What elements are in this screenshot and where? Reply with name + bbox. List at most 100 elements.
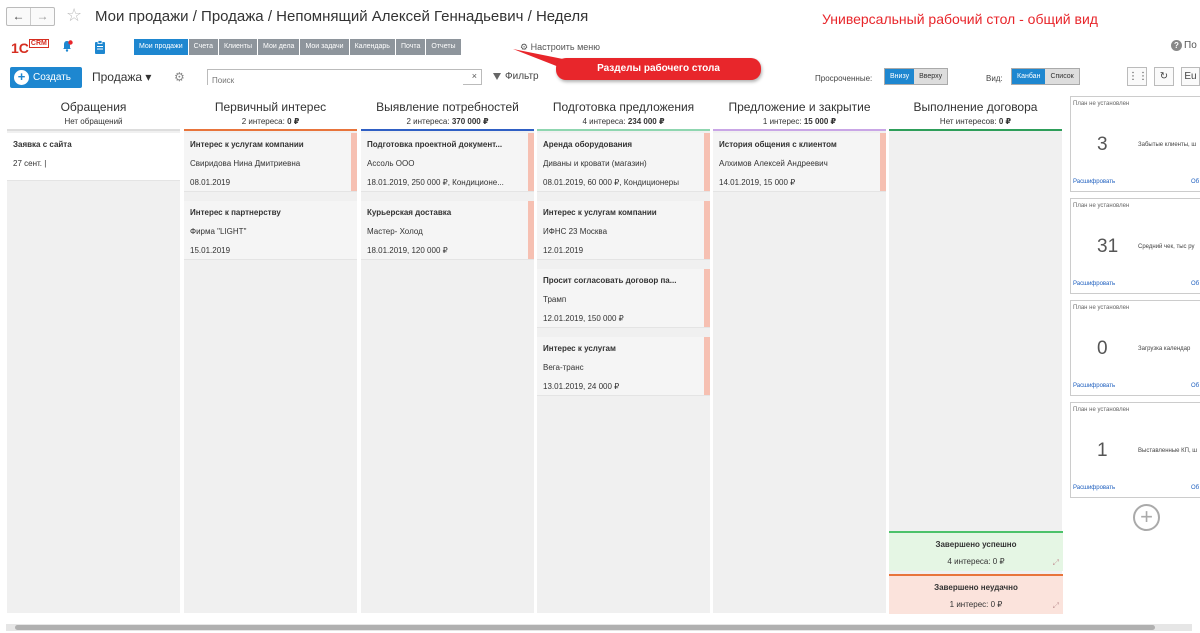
app-logo[interactable]: 1С CRM [11,39,49,56]
decode-link[interactable]: Расшифровать [1073,281,1115,287]
kpi-widget[interactable]: План не установлен 1 Выставленные КП, ш Рас… [1070,402,1200,498]
kpi-widget[interactable]: План не установлен 31 Средний чек, тыс ру Р… [1070,198,1200,294]
help-link[interactable]: ? По [1171,40,1197,51]
done-fail-count: 1 интерес: 0 ₽ [949,600,1003,609]
done-success-drop-zone[interactable]: Завершено успешно 4 интереса: 0 ₽ ⤢ [889,531,1063,571]
deal-card[interactable]: Аренда оборудования Диваны и кровати (маг… [537,133,710,192]
column-header: Выполнение договора Нет интересов: 0 ₽ [889,95,1062,131]
column-amount: 370 000 ₽ [451,117,489,126]
deal-card[interactable]: Заявка с сайта 27 сент. | [7,133,180,181]
deal-card[interactable]: Просит согласовать договор па... Трамп 12.… [537,269,710,328]
kpi-widget[interactable]: План не установлен 0 Загрузка календар Расш… [1070,300,1200,396]
section-tab[interactable]: Мои задачи [300,39,349,55]
create-label: Создать [33,72,72,83]
back-button[interactable]: ← [7,8,30,25]
decode-link[interactable]: Расшифровать [1073,383,1115,389]
widget-plan-status: План не установлен [1073,305,1130,311]
column-summary: Нет обращений [7,117,180,126]
scrollbar-thumb[interactable] [15,625,1155,630]
filter-label: Фильтр [505,71,539,82]
deal-card[interactable]: Интерес к услугам Вега-транс 13.01.2019, 2… [537,337,710,396]
column-body: История общения с клиентом Алхимов Алексе… [713,131,886,613]
extra-button[interactable]: Eu [1181,67,1200,86]
view-label: Вид: [986,74,1003,83]
deal-card[interactable]: История общения с клиентом Алхимов Алексе… [713,133,886,192]
section-tab[interactable]: Счета [188,39,218,55]
section-tab[interactable]: Календарь [349,39,395,55]
widget-extra-link[interactable]: Об [1191,281,1199,287]
overdue-toggle: Внизу Вверху [884,68,949,85]
card-title: Заявка с сайта [13,140,72,149]
overdue-strip [880,133,886,191]
column-summary: Нет интересов: 0 ₽ [889,117,1062,126]
deal-card[interactable]: Интерес к партнерству Фирма "LIGHT" 15.01.… [184,201,357,260]
card-title: Аренда оборудования [543,140,633,149]
card-client: ИФНС 23 Москва [543,227,608,236]
column-count: 2 интереса: [406,117,452,126]
column-title: Выявление потребностей [376,100,519,114]
widget-extra-link[interactable]: Об [1191,179,1199,185]
deal-card[interactable]: Курьерская доставка Мастер- Холод 18.01.20… [361,201,534,260]
column-body: Заявка с сайта 27 сент. | [7,131,180,613]
decode-link[interactable]: Расшифровать [1073,179,1115,185]
deal-card[interactable]: Интерес к услугам компании Свиридова Нина… [184,133,357,192]
section-tab[interactable]: Почта [395,39,426,55]
card-client: Трамп [543,295,567,304]
widget-value: 3 [1097,134,1108,155]
column-header: Подготовка предложения 4 интереса: 234 00… [537,95,710,131]
page-title: Мои продажи / Продажа / Непомнящий Алекс… [95,8,589,25]
deal-card[interactable]: Подготовка проектной документ... Ассоль О… [361,133,534,192]
logo-text: 1С [11,40,29,56]
add-widget-button[interactable]: + [1133,504,1160,531]
create-button[interactable]: + Создать [10,67,82,88]
overdue-strip [704,269,710,327]
clear-search-icon[interactable]: × [472,71,477,81]
card-title: Курьерская доставка [367,208,452,217]
refresh-button[interactable]: ↻ [1154,67,1174,86]
grid-view-button[interactable]: ⋮⋮ [1127,67,1148,86]
section-tab[interactable]: Отчеты [426,39,461,55]
overdue-strip [704,201,710,259]
column-amount: 0 ₽ [287,117,300,126]
clipboard-icon[interactable] [94,40,106,54]
column-header: Предложение и закрытие 1 интерес: 15 000 … [713,95,886,131]
desktop-sections: Мои продажи Счета Клиенты Мои дела Мои задач… [134,39,461,55]
favorite-star-icon[interactable]: ☆ [66,5,82,26]
done-success-title: Завершено успешно [935,540,1017,549]
widget-extra-link[interactable]: Об [1191,383,1199,389]
widget-extra-link[interactable]: Об [1191,485,1199,491]
widget-value: 0 [1097,338,1108,359]
column-count: Нет интересов: [939,117,999,126]
horizontal-scrollbar[interactable] [6,624,1192,631]
expand-icon[interactable]: ⤢ [1053,601,1059,611]
sale-type-dropdown[interactable]: Продажа ▾ [92,70,151,84]
funnel-icon [493,72,501,80]
done-fail-drop-zone[interactable]: Завершено неудачно 1 интерес: 0 ₽ ⤢ [889,574,1063,614]
forward-button[interactable]: → [30,8,54,25]
expand-icon[interactable]: ⤢ [1053,558,1059,568]
card-client: Алхимов Алексей Андреевич [719,159,828,168]
column-header: Обращения Нет обращений [7,95,180,131]
widget-description: Выставленные КП, ш [1138,448,1198,454]
notifications-bell-icon[interactable] [61,40,73,52]
section-tab[interactable]: Мои продажи [134,39,188,55]
widget-value: 1 [1097,440,1108,461]
view-kanban-option[interactable]: Канбан [1012,69,1046,84]
search-input[interactable] [208,73,463,88]
decode-link[interactable]: Расшифровать [1073,485,1115,491]
settings-gear-icon[interactable]: ⚙ [174,70,185,84]
column-title: Подготовка предложения [552,100,695,114]
overdue-top-option[interactable]: Вверху [914,69,948,84]
filter-button[interactable]: Фильтр [493,71,539,82]
column-count: Нет обращений [64,117,123,126]
column-summary: 2 интереса: 370 000 ₽ [361,117,534,126]
kpi-widget[interactable]: План не установлен 3 Забытые клиенты, ш Рас… [1070,96,1200,192]
kanban-column: Первичный интерес 2 интереса: 0 ₽ Интерес … [184,95,357,613]
deal-card[interactable]: Интерес к услугам компании ИФНС 23 Москва… [537,201,710,260]
section-tab[interactable]: Мои дела [258,39,300,55]
section-tab[interactable]: Клиенты [218,39,258,55]
card-title: Просит согласовать договор па... [543,276,677,285]
overdue-bottom-option[interactable]: Внизу [885,69,915,84]
widget-value: 31 [1097,236,1119,257]
view-list-option[interactable]: Список [1045,69,1079,84]
